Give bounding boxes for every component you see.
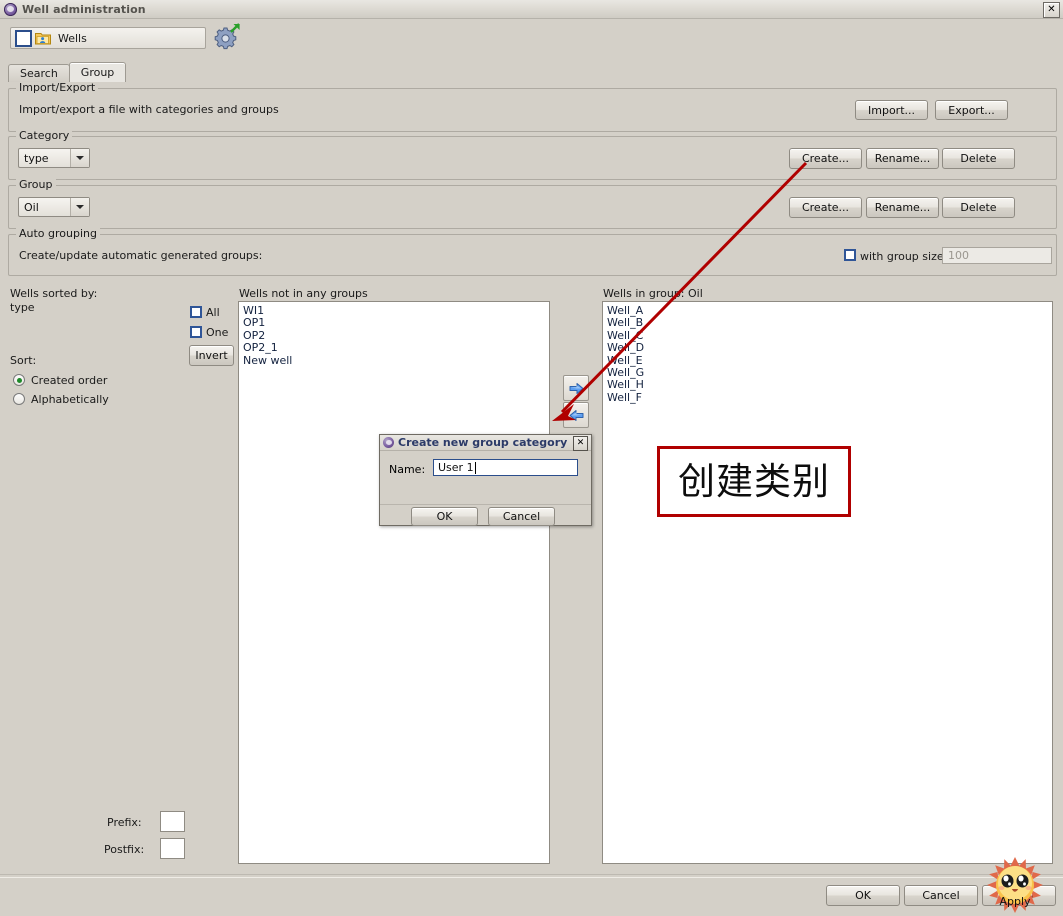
group-delete-button[interactable]: Delete [942, 197, 1015, 218]
dialog-cancel-button[interactable]: Cancel [488, 507, 555, 526]
annotation-text: 创建类别 [678, 460, 830, 503]
tab-strip: Search Group [8, 62, 127, 82]
sun-emoji-watermark: Apply [978, 857, 1052, 913]
list-item[interactable]: Well_G [603, 366, 1052, 379]
window-titlebar: Well administration ✕ [0, 0, 1063, 19]
postfix-input[interactable] [160, 838, 185, 859]
category-legend: Category [16, 130, 73, 142]
sort-label: Sort: [10, 354, 37, 367]
export-button[interactable]: Export... [935, 100, 1008, 120]
list-item[interactable]: New well [239, 354, 549, 367]
ungrouped-wells-list[interactable]: WI1 OP1 OP2 OP2_1 New well [238, 301, 550, 864]
import-export-group: Import/Export Import/export a file with … [8, 82, 1057, 132]
select-one-checkbox[interactable] [190, 326, 202, 338]
cancel-button[interactable]: Cancel [904, 885, 978, 906]
dialog-body: Name: User 1 [380, 451, 591, 504]
sort-alphabetically-radio[interactable] [13, 393, 25, 405]
group-combo-value: Oil [24, 200, 39, 214]
list-item[interactable]: WI1 [239, 304, 549, 317]
chevron-down-icon[interactable] [70, 198, 89, 216]
group-combo[interactable]: Oil [18, 197, 90, 217]
list-item[interactable]: OP2_1 [239, 341, 549, 354]
sort-created-order-label: Created order [31, 374, 108, 387]
create-group-category-dialog: Create new group category ✕ Name: User 1… [379, 434, 592, 526]
ungrouped-list-title: Wells not in any groups [239, 287, 368, 300]
sort-created-order-radio[interactable] [13, 374, 25, 386]
list-item[interactable]: Well_B [603, 316, 1052, 329]
dialog-close-icon[interactable]: ✕ [573, 436, 588, 451]
dialog-title: Create new group category [398, 436, 568, 449]
auto-grouping-description: Create/update automatic generated groups… [19, 249, 263, 262]
with-group-size-checkbox[interactable] [844, 249, 856, 261]
select-all-label: All [206, 306, 220, 319]
close-icon[interactable]: ✕ [1043, 2, 1060, 18]
wells-field[interactable]: Wells [10, 27, 206, 49]
group-size-input[interactable]: 100 [942, 247, 1052, 264]
annotation-label-box: 创建类别 [657, 446, 851, 517]
prefix-label: Prefix: [107, 816, 142, 829]
grouped-list-title: Wells in group: Oil [603, 287, 703, 300]
arrow-right-icon[interactable] [563, 375, 589, 401]
wells-sorted-by-label: Wells sorted by: [10, 287, 98, 300]
group-rename-button[interactable]: Rename... [866, 197, 939, 218]
dialog-titlebar: Create new group category ✕ [380, 435, 591, 451]
list-item[interactable]: OP2 [239, 329, 549, 342]
select-all-checkbox[interactable] [190, 306, 202, 318]
dialog-name-label: Name: [389, 463, 426, 476]
import-button[interactable]: Import... [855, 100, 928, 120]
list-item[interactable]: OP1 [239, 316, 549, 329]
category-combo-value: type [24, 151, 49, 165]
wells-checkbox[interactable] [15, 29, 32, 47]
wells-selector-row: Wells [0, 19, 1063, 61]
window-title: Well administration [22, 2, 146, 16]
dialog-name-value: User 1 [438, 461, 474, 474]
group-group: Group Oil Create... Rename... Delete [8, 179, 1057, 229]
invert-button[interactable]: Invert [189, 345, 234, 366]
wells-sorted-by-value: type [10, 301, 35, 314]
list-item[interactable]: Well_D [603, 341, 1052, 354]
prefix-input[interactable] [160, 811, 185, 832]
group-legend: Group [16, 179, 56, 191]
sort-alphabetically-label: Alphabetically [31, 393, 109, 406]
tab-group[interactable]: Group [68, 62, 127, 82]
auto-grouping-group: Auto grouping Create/update automatic ge… [8, 228, 1057, 276]
app-purple-icon [383, 437, 394, 448]
category-group: Category type Create... Rename... Delete [8, 130, 1057, 180]
grouped-wells-list[interactable]: Well_A Well_B Well_C Well_D Well_E Well_… [602, 301, 1053, 864]
list-item[interactable]: Well_C [603, 329, 1052, 342]
wells-field-label: Wells [58, 31, 87, 45]
arrow-left-icon[interactable] [563, 402, 589, 428]
postfix-label: Postfix: [104, 843, 145, 856]
category-create-button[interactable]: Create... [789, 148, 862, 169]
import-export-legend: Import/Export [16, 82, 99, 94]
text-cursor [474, 461, 476, 474]
auto-grouping-legend: Auto grouping [16, 228, 100, 240]
category-delete-button[interactable]: Delete [942, 148, 1015, 169]
well-administration-window: Well administration ✕ Wells Search Group… [0, 0, 1063, 913]
app-purple-icon [4, 2, 17, 16]
import-export-description: Import/export a file with categories and… [19, 103, 279, 116]
tab-search[interactable]: Search [8, 64, 70, 82]
select-one-label: One [206, 326, 229, 339]
list-item[interactable]: Well_A [603, 304, 1052, 317]
category-rename-button[interactable]: Rename... [866, 148, 939, 169]
svg-text:Apply: Apply [999, 895, 1031, 908]
category-combo[interactable]: type [18, 148, 90, 168]
with-group-size-label: with group size: [860, 250, 948, 263]
list-item[interactable]: Well_H [603, 379, 1052, 392]
dialog-footer: OK Cancel [380, 504, 591, 526]
chevron-down-icon[interactable] [70, 149, 89, 167]
wells-folder-icon [35, 31, 51, 45]
list-item[interactable]: Well_F [603, 391, 1052, 404]
ok-button[interactable]: OK [826, 885, 900, 906]
dialog-name-input[interactable]: User 1 [433, 459, 578, 476]
group-create-button[interactable]: Create... [789, 197, 862, 218]
gear-export-icon[interactable] [213, 23, 241, 51]
dialog-ok-button[interactable]: OK [411, 507, 478, 526]
footer-bar: OK Cancel Apply [0, 874, 1063, 913]
list-item[interactable]: Well_E [603, 354, 1052, 367]
